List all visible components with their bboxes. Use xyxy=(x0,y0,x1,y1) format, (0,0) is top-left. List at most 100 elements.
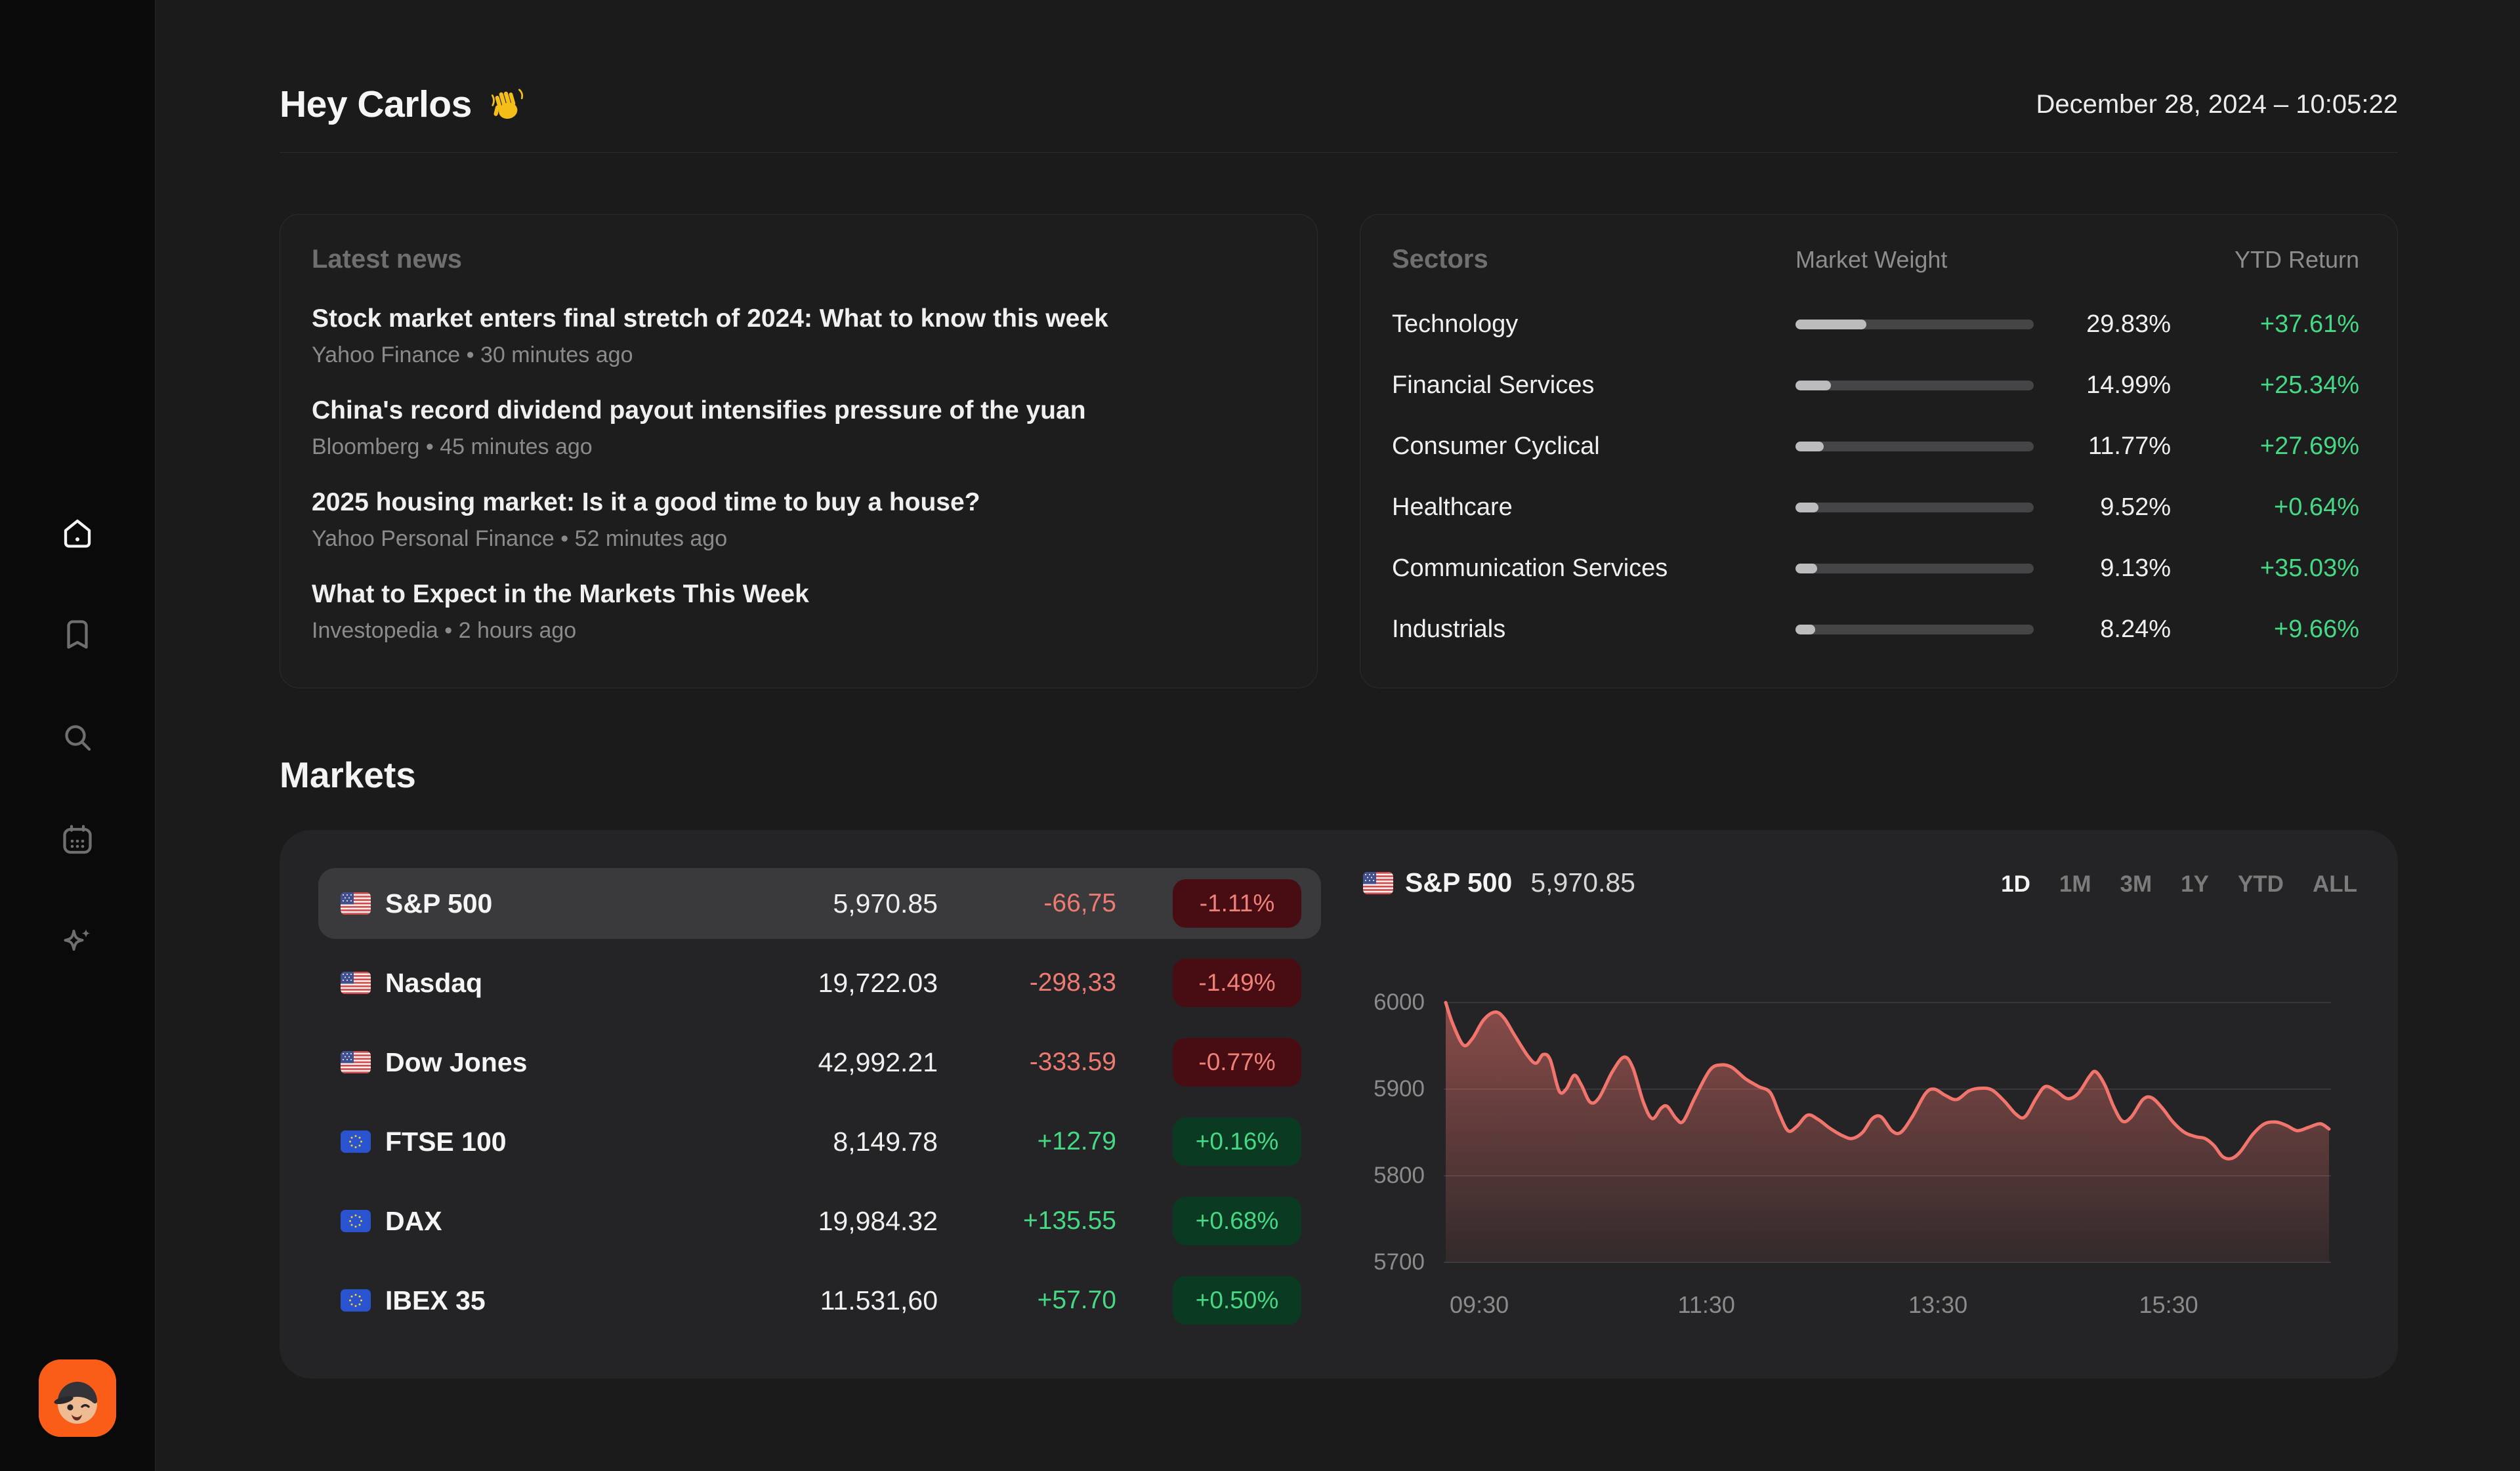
news-headline[interactable]: 2025 housing market: Is it a good time t… xyxy=(312,488,1279,517)
sector-weight-value: 9.52% xyxy=(2034,493,2171,522)
sector-ytd-return: +0.64% xyxy=(2171,493,2359,522)
y-axis-tick: 5800 xyxy=(1347,1160,1425,1191)
datetime-label: December 28, 2024 – 10:05:22 xyxy=(2036,90,2398,119)
x-axis-tick: 09:30 xyxy=(1450,1291,1509,1319)
news-card-title: Latest news xyxy=(312,245,1279,274)
range-all[interactable]: ALL xyxy=(2313,871,2357,898)
home-icon xyxy=(58,514,96,552)
sidebar-item-search[interactable] xyxy=(58,718,96,756)
sector-row: Communication Services 9.13% +35.03% xyxy=(1392,538,2359,599)
sectors-table: Technology 29.83% +37.61% Financial Serv… xyxy=(1392,294,2359,660)
index-row-sp500[interactable]: S&P 500 5,970.85 -66,75 -1.11% xyxy=(318,868,1321,939)
sidebar xyxy=(0,0,156,1471)
index-value: 19,722.03 xyxy=(662,968,938,999)
sidebar-item-calendar[interactable] xyxy=(58,821,96,859)
chart-symbol: S&P 500 xyxy=(1405,867,1512,898)
sector-row: Consumer Cyclical 11.77% +27.69% xyxy=(1392,416,2359,477)
sector-name: Consumer Cyclical xyxy=(1392,432,1796,461)
bookmark-icon xyxy=(58,616,96,654)
sidebar-nav xyxy=(0,514,155,961)
news-headline[interactable]: What to Expect in the Markets This Week xyxy=(312,580,1279,609)
search-icon xyxy=(58,718,96,756)
sector-row: Healthcare 9.52% +0.64% xyxy=(1392,477,2359,538)
sector-row: Financial Services 14.99% +25.34% xyxy=(1392,355,2359,416)
sector-name: Industrials xyxy=(1392,615,1796,644)
index-value: 8,149.78 xyxy=(662,1127,938,1157)
topbar: Hey Carlos xyxy=(280,83,2398,153)
y-axis-tick: 5900 xyxy=(1347,1073,1425,1105)
sector-ytd-return: +27.69% xyxy=(2171,432,2359,461)
top-cards-row: Latest news Stock market enters final st… xyxy=(280,214,2398,688)
index-change-percent-badge: -0.77% xyxy=(1173,1038,1301,1087)
user-avatar[interactable] xyxy=(39,1359,116,1437)
sector-ytd-return: +35.03% xyxy=(2171,554,2359,583)
page-title: Hey Carlos xyxy=(280,83,526,126)
latest-news-card: Latest news Stock market enters final st… xyxy=(280,214,1318,688)
index-value: 42,992.21 xyxy=(662,1047,938,1078)
markets-card: S&P 500 5,970.85 -66,75 -1.11% Nasdaq 19… xyxy=(280,830,2398,1378)
index-row-dow-jones[interactable]: Dow Jones 42,992.21 -333.59 -0.77% xyxy=(318,1027,1321,1098)
index-name: Dow Jones xyxy=(385,1047,527,1078)
index-chart-panel: S&P 500 5,970.85 1D 1M 3M 1Y YTD ALL 600… xyxy=(1347,830,2398,1378)
sector-ytd-return: +9.66% xyxy=(2171,615,2359,644)
sidebar-item-home[interactable] xyxy=(58,514,96,552)
x-axis-tick: 15:30 xyxy=(2139,1291,2198,1319)
index-list: S&P 500 5,970.85 -66,75 -1.11% Nasdaq 19… xyxy=(318,868,1321,1336)
eu-flag-icon xyxy=(341,1210,371,1232)
index-change-percent-badge: +0.50% xyxy=(1173,1276,1301,1325)
x-axis-tick: 13:30 xyxy=(1908,1291,1967,1319)
news-headline[interactable]: China's record dividend payout intensifi… xyxy=(312,396,1279,425)
range-3m[interactable]: 3M xyxy=(2120,871,2152,898)
eu-flag-icon xyxy=(341,1289,371,1312)
sector-name: Healthcare xyxy=(1392,493,1796,522)
calendar-icon xyxy=(58,821,96,859)
index-change-percent-badge: -1.49% xyxy=(1173,959,1301,1007)
market-weight-bar xyxy=(1796,442,2034,451)
sector-row: Technology 29.83% +37.61% xyxy=(1392,294,2359,355)
sectors-card: Sectors Market Weight YTD Return Technol… xyxy=(1360,214,2398,688)
news-source: Yahoo Finance • 30 minutes ago xyxy=(312,342,1279,368)
index-row-nasdaq[interactable]: Nasdaq 19,722.03 -298,33 -1.49% xyxy=(318,947,1321,1018)
sparkles-icon xyxy=(58,923,96,961)
market-weight-bar xyxy=(1796,320,2034,329)
sector-weight-value: 8.24% xyxy=(2034,615,2171,644)
news-item[interactable]: What to Expect in the Markets This Week … xyxy=(312,580,1279,644)
sector-weight-value: 9.13% xyxy=(2034,554,2171,583)
market-weight-bar xyxy=(1796,564,2034,573)
range-selector: 1D 1M 3M 1Y YTD ALL xyxy=(2001,871,2357,898)
news-item[interactable]: 2025 housing market: Is it a good time t… xyxy=(312,488,1279,552)
news-item[interactable]: Stock market enters final stretch of 202… xyxy=(312,304,1279,368)
index-name: S&P 500 xyxy=(385,888,492,919)
y-axis-tick: 6000 xyxy=(1347,987,1425,1018)
index-name: IBEX 35 xyxy=(385,1285,486,1316)
price-chart: 09:30 11:30 13:30 15:30 xyxy=(1444,1000,2331,1471)
sidebar-item-bookmarks[interactable] xyxy=(58,616,96,654)
index-row-ftse100[interactable]: FTSE 100 8,149.78 +12.79 +0.16% xyxy=(318,1106,1321,1177)
index-change: +57.70 xyxy=(938,1286,1116,1315)
news-source: Bloomberg • 45 minutes ago xyxy=(312,434,1279,460)
news-item[interactable]: China's record dividend payout intensifi… xyxy=(312,396,1279,460)
sectors-card-title: Sectors xyxy=(1392,245,1796,274)
range-1y[interactable]: 1Y xyxy=(2181,871,2209,898)
sidebar-item-ai-assistant[interactable] xyxy=(58,923,96,961)
index-name: Nasdaq xyxy=(385,968,482,999)
index-change: -298,33 xyxy=(938,968,1116,997)
range-1d[interactable]: 1D xyxy=(2001,871,2030,898)
us-flag-icon xyxy=(1363,872,1393,894)
sector-weight-value: 14.99% xyxy=(2034,371,2171,400)
news-headline[interactable]: Stock market enters final stretch of 202… xyxy=(312,304,1279,333)
news-list: Stock market enters final stretch of 202… xyxy=(312,304,1279,644)
index-row-ibex35[interactable]: IBEX 35 11.531,60 +57.70 +0.50% xyxy=(318,1265,1321,1336)
sectors-header: Sectors Market Weight YTD Return xyxy=(1392,245,2359,274)
range-ytd[interactable]: YTD xyxy=(2238,871,2284,898)
us-flag-icon xyxy=(341,972,371,994)
eu-flag-icon xyxy=(341,1130,371,1153)
y-axis-tick: 5700 xyxy=(1347,1247,1425,1278)
index-name: FTSE 100 xyxy=(385,1127,507,1157)
sector-weight-value: 11.77% xyxy=(2034,432,2171,461)
dashboard-app: Hey Carlos xyxy=(0,0,2520,1471)
index-change: +12.79 xyxy=(938,1127,1116,1156)
index-change-percent-badge: +0.16% xyxy=(1173,1117,1301,1166)
range-1m[interactable]: 1M xyxy=(2059,871,2091,898)
index-row-dax[interactable]: DAX 19,984.32 +135.55 +0.68% xyxy=(318,1186,1321,1256)
